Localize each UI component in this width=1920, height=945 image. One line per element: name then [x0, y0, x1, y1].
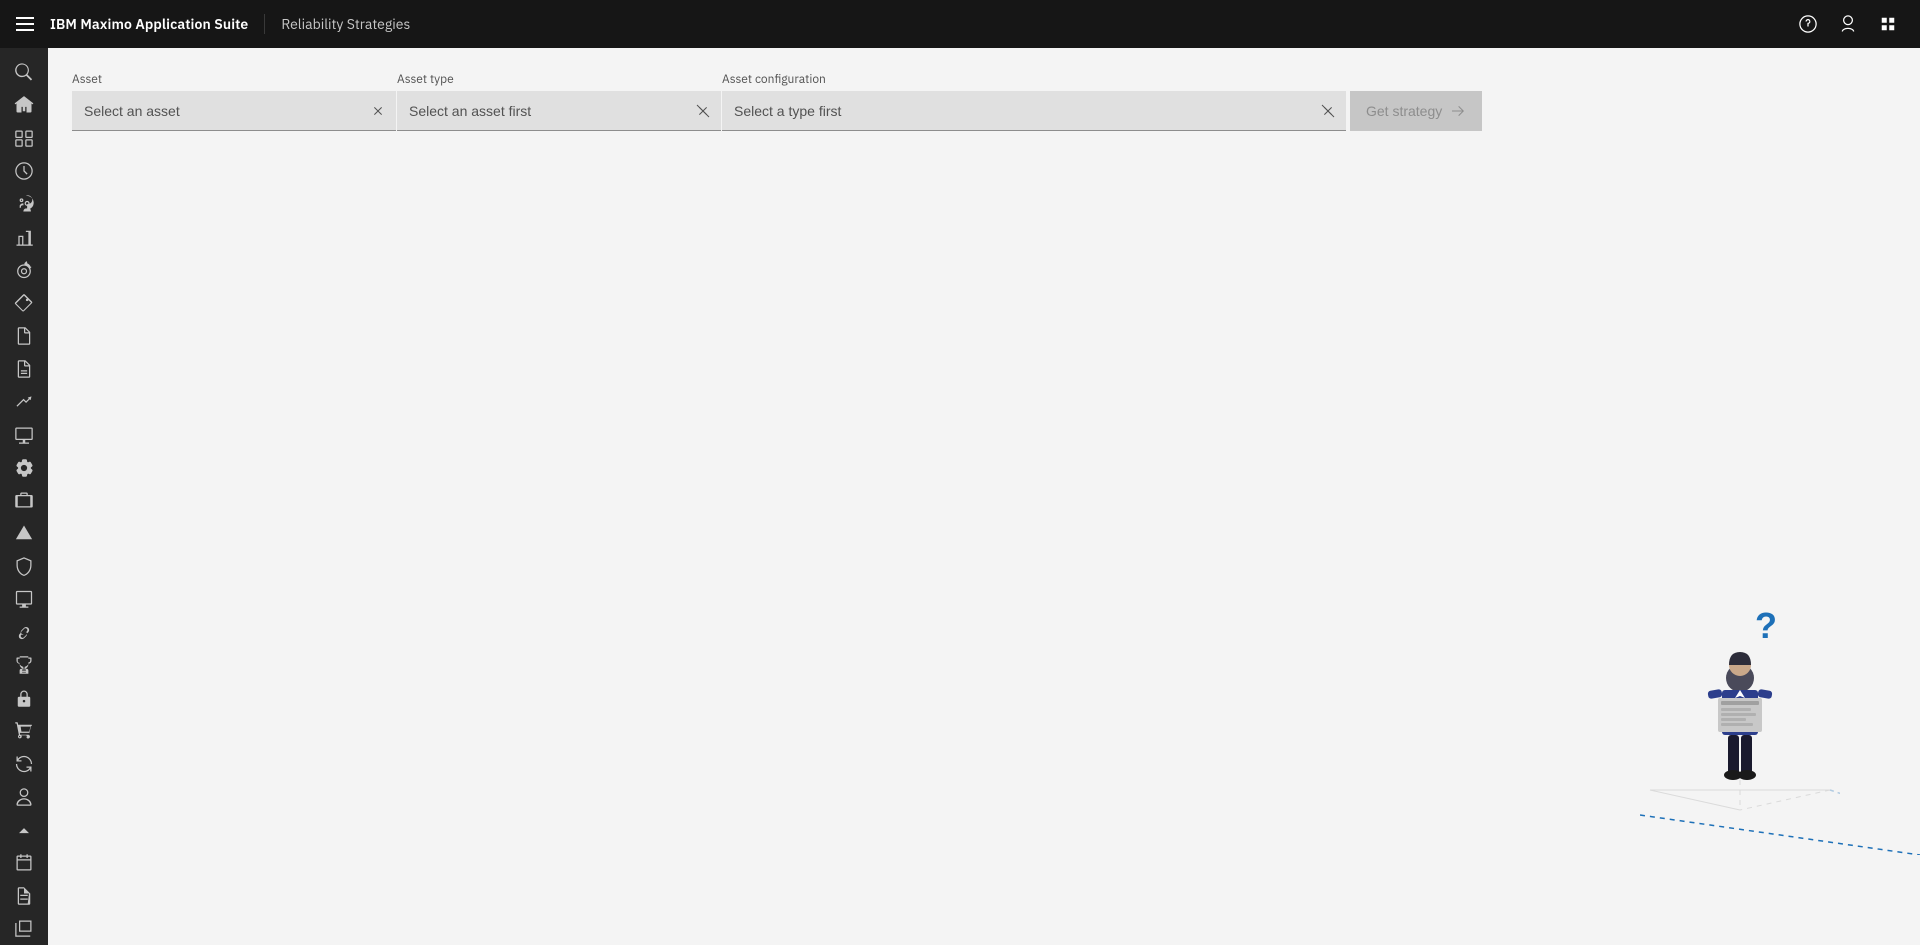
asset-config-input[interactable]: [722, 91, 1346, 131]
sidebar-item-tag[interactable]: [0, 286, 48, 319]
get-strategy-button[interactable]: Get strategy: [1350, 91, 1482, 131]
help-icon[interactable]: [1792, 8, 1824, 40]
asset-type-field-group: Asset type: [397, 72, 721, 131]
asset-input-wrapper: [72, 91, 396, 131]
sidebar-item-display[interactable]: [0, 583, 48, 616]
main-content: Asset Asset type Asset configuration: [48, 48, 1920, 945]
sidebar-item-home[interactable]: [0, 89, 48, 122]
sidebar-item-settings[interactable]: [0, 451, 48, 484]
get-strategy-label: Get strategy: [1366, 103, 1442, 119]
sidebar-item-reports[interactable]: [0, 122, 48, 155]
page-title: Reliability Strategies: [281, 15, 410, 33]
sidebar: [0, 48, 48, 945]
sidebar-item-team[interactable]: [0, 188, 48, 221]
sidebar-item-alert[interactable]: [0, 517, 48, 550]
asset-label: Asset: [72, 72, 396, 87]
menu-icon[interactable]: [16, 17, 34, 31]
svg-text:?: ?: [1755, 605, 1777, 646]
asset-type-label: Asset type: [397, 72, 721, 87]
sidebar-item-link[interactable]: [0, 616, 48, 649]
empty-illustration: ?: [1640, 600, 1840, 825]
sidebar-item-target[interactable]: [0, 254, 48, 287]
asset-config-field-group: Asset configuration: [722, 72, 1346, 131]
sidebar-item-doc4[interactable]: [0, 912, 48, 945]
asset-input[interactable]: [72, 91, 396, 131]
sidebar-item-lock[interactable]: [0, 682, 48, 715]
sidebar-item-shield[interactable]: [0, 550, 48, 583]
filter-bar: Asset Asset type Asset configuration: [72, 72, 1896, 131]
asset-type-input-wrapper: [397, 91, 721, 131]
sidebar-item-doc1[interactable]: [0, 319, 48, 352]
sidebar-item-trophy[interactable]: [0, 649, 48, 682]
sidebar-item-monitor[interactable]: [0, 418, 48, 451]
sidebar-item-calendar[interactable]: [0, 846, 48, 879]
sidebar-item-arrow-up[interactable]: [0, 813, 48, 846]
topbar-actions: [1792, 8, 1904, 40]
sidebar-item-trending[interactable]: [0, 385, 48, 418]
sidebar-item-users[interactable]: [0, 780, 48, 813]
asset-config-input-wrapper: [722, 91, 1346, 131]
sidebar-item-cart[interactable]: [0, 714, 48, 747]
asset-type-clear-button[interactable]: [693, 101, 713, 121]
asset-clear-button[interactable]: [368, 101, 388, 121]
app-name: IBM Maximo Application Suite: [50, 15, 248, 33]
topbar: IBM Maximo Application Suite Reliability…: [0, 0, 1920, 48]
asset-field-group: Asset: [72, 72, 396, 131]
sidebar-item-recent[interactable]: [0, 155, 48, 188]
sidebar-item-briefcase[interactable]: [0, 484, 48, 517]
topbar-divider: [264, 14, 265, 34]
sidebar-item-search[interactable]: [0, 56, 48, 89]
apps-icon[interactable]: [1872, 8, 1904, 40]
asset-config-clear-button[interactable]: [1318, 101, 1338, 121]
user-icon[interactable]: [1832, 8, 1864, 40]
asset-config-label: Asset configuration: [722, 72, 1346, 87]
asset-type-input[interactable]: [397, 91, 721, 131]
sidebar-item-doc2[interactable]: [0, 352, 48, 385]
sidebar-item-refresh[interactable]: [0, 747, 48, 780]
sidebar-item-doc3[interactable]: [0, 879, 48, 912]
sidebar-item-chart[interactable]: [0, 221, 48, 254]
